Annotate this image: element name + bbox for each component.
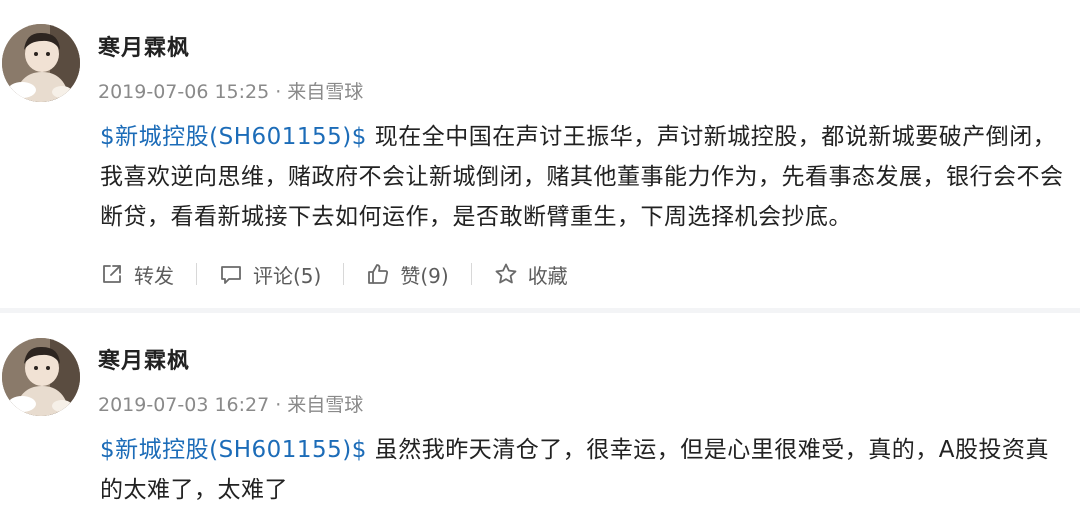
share-out-icon bbox=[103, 265, 121, 283]
post-content: $新城控股(SH601155)$ 虽然我昨天清仓了，很幸运，但是心里很难受，真的… bbox=[100, 430, 1065, 510]
meta-separator: · bbox=[275, 394, 282, 416]
post-meta: 2019-07-03 16:27 · 来自雪球 bbox=[98, 390, 363, 417]
avatar[interactable] bbox=[2, 24, 80, 102]
post-date[interactable]: 2019-07-06 15:25 bbox=[98, 81, 269, 103]
action-divider bbox=[343, 263, 345, 285]
post-source: 来自雪球 bbox=[287, 81, 364, 103]
retweet-label: 转发 bbox=[134, 263, 174, 288]
action-divider bbox=[470, 263, 472, 285]
post-card: 寒月霖枫 2019-07-03 16:27 · 来自雪球 $新城控股(SH60115… bbox=[0, 313, 1080, 515]
comment-bubble-icon bbox=[221, 266, 241, 284]
stock-tag-link[interactable]: $新城控股(SH601155)$ bbox=[100, 124, 367, 150]
thumbs-up-icon bbox=[368, 264, 389, 284]
comment-button[interactable]: 评论(5) bbox=[219, 260, 321, 289]
avatar-image bbox=[2, 338, 80, 416]
author-name[interactable]: 寒月霖枫 bbox=[98, 30, 190, 62]
post-date[interactable]: 2019-07-03 16:27 bbox=[98, 394, 269, 416]
post-source: 来自雪球 bbox=[287, 394, 364, 416]
author-name[interactable]: 寒月霖枫 bbox=[98, 343, 190, 375]
stock-tag-link[interactable]: $新城控股(SH601155)$ bbox=[100, 437, 367, 463]
comment-label: 评论(5) bbox=[253, 263, 322, 288]
favorite-button[interactable]: 收藏 bbox=[494, 260, 568, 289]
post-content: $新城控股(SH601155)$ 现在全中国在声讨王振华，声讨新城控股，都说新城… bbox=[100, 117, 1065, 237]
retweet-button[interactable]: 转发 bbox=[100, 260, 174, 289]
action-bar: 转发 评论(5) 赞(9) 收藏 bbox=[100, 257, 568, 291]
post-card: 寒月霖枫 2019-07-06 15:25 · 来自雪球 $新城控股(SH60115… bbox=[0, 0, 1080, 308]
favorite-label: 收藏 bbox=[527, 263, 568, 288]
avatar-image bbox=[2, 24, 80, 102]
star-icon bbox=[495, 263, 517, 284]
like-label: 赞(9) bbox=[400, 263, 449, 288]
like-button[interactable]: 赞(9) bbox=[366, 260, 449, 289]
meta-separator: · bbox=[275, 81, 282, 103]
avatar[interactable] bbox=[2, 338, 80, 416]
action-divider bbox=[196, 263, 197, 285]
post-meta: 2019-07-06 15:25 · 来自雪球 bbox=[98, 77, 363, 104]
